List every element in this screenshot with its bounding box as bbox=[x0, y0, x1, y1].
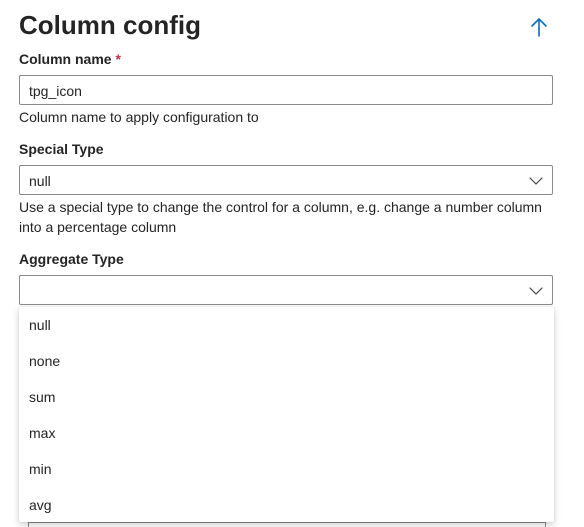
aggregate-type-dropdown[interactable] bbox=[19, 275, 553, 305]
aggregate-option-null[interactable]: null bbox=[19, 307, 554, 343]
special-type-dropdown[interactable]: null bbox=[19, 165, 553, 195]
aggregate-type-listbox: null none sum max min avg bbox=[19, 307, 554, 522]
aggregate-option-min[interactable]: min bbox=[19, 451, 554, 487]
collapse-up-button[interactable] bbox=[526, 14, 552, 40]
column-name-label-text: Column name bbox=[19, 51, 112, 67]
special-type-label: Special Type bbox=[19, 141, 104, 157]
panel-title: Column config bbox=[19, 10, 201, 40]
column-name-input[interactable]: tpg_icon bbox=[19, 75, 553, 105]
column-config-panel: Column config Column name * tpg_icon Col… bbox=[0, 0, 584, 527]
arrow-up-icon bbox=[531, 18, 547, 37]
aggregate-option-max[interactable]: max bbox=[19, 415, 554, 451]
special-type-value: null bbox=[29, 173, 51, 189]
column-name-label: Column name * bbox=[19, 51, 121, 67]
required-mark: * bbox=[115, 51, 121, 67]
aggregate-option-avg[interactable]: avg bbox=[19, 487, 554, 523]
special-type-help: Use a special type to change the control… bbox=[19, 199, 542, 235]
chevron-down-icon bbox=[529, 287, 543, 295]
column-name-help: Column name to apply configuration to bbox=[19, 109, 259, 125]
aggregate-type-label: Aggregate Type bbox=[19, 251, 124, 267]
aggregate-option-sum[interactable]: sum bbox=[19, 379, 554, 415]
aggregate-option-none[interactable]: none bbox=[19, 343, 554, 379]
chevron-down-icon bbox=[529, 177, 543, 185]
column-name-value: tpg_icon bbox=[29, 83, 82, 99]
